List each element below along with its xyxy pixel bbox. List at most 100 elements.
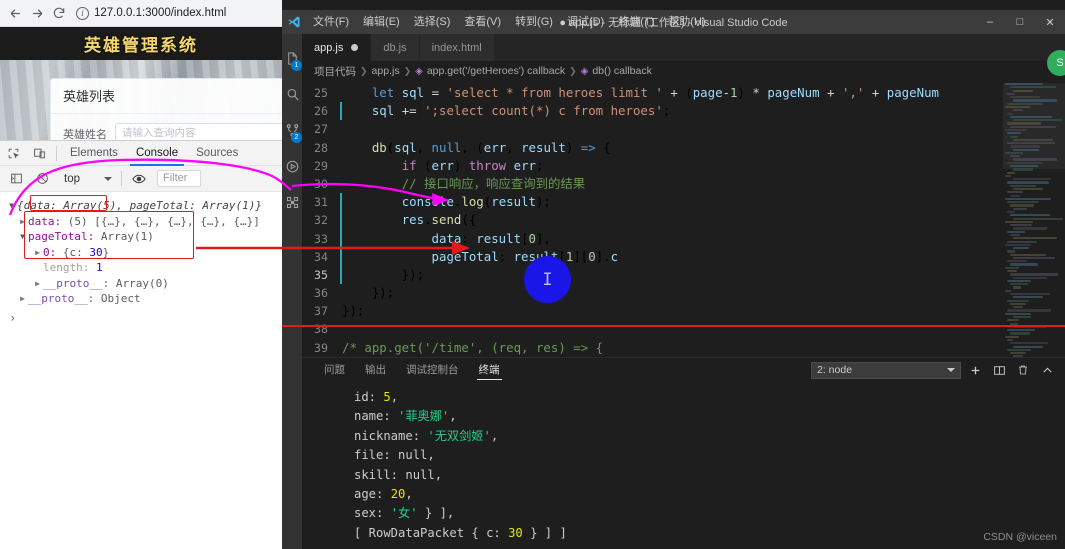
console-row-index-0[interactable]: ▶ 0: {c: 30} xyxy=(6,245,278,261)
disclosure-triangle-icon[interactable]: ▶ xyxy=(32,276,43,291)
activity-extensions-icon[interactable] xyxy=(282,184,302,220)
disclosure-triangle-icon[interactable]: ▶ xyxy=(32,245,43,260)
site-info-icon[interactable]: i xyxy=(76,6,89,20)
activity-source-control-icon[interactable]: 2 xyxy=(282,112,302,148)
minimap-line xyxy=(1013,207,1027,210)
devtools-tab-console[interactable]: Console xyxy=(127,141,187,166)
editor-tab-app-js[interactable]: app.js xyxy=(302,34,372,61)
menu-file[interactable]: 文件(F) xyxy=(306,10,356,34)
panel-tab-debug-console[interactable]: 调试控制台 xyxy=(396,358,469,382)
device-toolbar-icon[interactable] xyxy=(26,141,52,166)
minimap-line xyxy=(1010,342,1048,345)
hero-name-input[interactable]: 请输入查询内容 xyxy=(115,123,282,140)
sidebar-toggle-icon[interactable] xyxy=(3,166,29,191)
console-row-pagetotal[interactable]: ▼ pageTotal: Array(1) xyxy=(6,229,278,245)
activity-explorer-icon[interactable]: 1 xyxy=(282,40,302,76)
terminal-select[interactable]: 2: node xyxy=(811,361,961,379)
maximize-icon[interactable]: □ xyxy=(1005,10,1035,34)
reload-icon[interactable] xyxy=(48,2,70,24)
line-number: 34 xyxy=(314,249,328,264)
code-line[interactable]: 29 if (err) throw err; xyxy=(302,157,1003,175)
activity-search-icon[interactable] xyxy=(282,76,302,112)
console-row-proto-object[interactable]: ▶ __proto__: Object xyxy=(6,291,278,307)
split-terminal-icon[interactable] xyxy=(989,360,1009,380)
minimap-line xyxy=(1010,214,1050,217)
panel-tab-terminal[interactable]: 终端 xyxy=(469,358,510,382)
activity-run-debug-icon[interactable] xyxy=(282,148,302,184)
devtools-tab-elements[interactable]: Elements xyxy=(61,141,127,166)
console-row-data[interactable]: ▶ data: (5) [{…}, {…}, {…}, {…}, {…}] xyxy=(6,214,278,230)
breadcrumb-item-callback-1[interactable]: app.get('/getHeroes') callback xyxy=(427,65,565,77)
console-filter-input[interactable]: Filter xyxy=(157,170,201,187)
close-icon[interactable]: ✕ xyxy=(1035,10,1065,34)
code-line[interactable]: 32 res.send({ xyxy=(302,211,1003,230)
minimap-line xyxy=(1007,102,1043,105)
code-line[interactable]: 27 xyxy=(302,120,1003,138)
forward-arrow-icon[interactable] xyxy=(26,2,48,24)
inspect-element-icon[interactable] xyxy=(0,141,26,166)
menu-debug[interactable]: 调试(D) xyxy=(560,10,611,34)
panel-tab-output[interactable]: 输出 xyxy=(355,358,396,382)
minimap-line xyxy=(1007,250,1015,253)
breadcrumb-item-project[interactable]: 项目代码 xyxy=(314,64,356,79)
code-lines[interactable]: 25 let sql = 'select * from heroes limit… xyxy=(302,81,1003,357)
menu-help[interactable]: 帮助(H) xyxy=(661,10,712,34)
console-prompt[interactable]: › xyxy=(6,311,278,327)
minimap-line xyxy=(1013,315,1031,319)
screenshot-root: i 127.0.0.1:3000/index.html 英雄管理系统 英雄列表 … xyxy=(0,0,1065,549)
disclosure-triangle-icon[interactable]: ▼ xyxy=(17,229,28,244)
kill-terminal-icon[interactable] xyxy=(1013,360,1033,380)
disclosure-triangle-icon[interactable]: ▶ xyxy=(17,214,28,229)
console-value: [{…}, {…}, {…}, {…}, {…}] xyxy=(94,214,260,228)
editor-tab-db-js[interactable]: db.js xyxy=(371,34,420,61)
code-line[interactable]: 25 let sql = 'select * from heroes limit… xyxy=(302,84,1003,102)
menu-edit[interactable]: 编辑(E) xyxy=(356,10,407,34)
menu-go[interactable]: 转到(G) xyxy=(508,10,560,34)
bottom-panel: 问题 输出 调试控制台 终端 2: node id: 5, name: '菲奥娜… xyxy=(302,357,1065,549)
console-context-select[interactable]: top xyxy=(59,173,117,185)
code-line[interactable]: 38 xyxy=(302,320,1003,338)
code-line[interactable]: 26 sql += ';select count(*) c from heroe… xyxy=(302,102,1003,121)
console-row-proto-array[interactable]: ▶ __proto__: Array(0) xyxy=(6,276,278,292)
minimap-line xyxy=(1007,348,1031,351)
disclosure-triangle-icon[interactable]: ▼ xyxy=(6,198,17,213)
editor-column: app.js db.js index.html 项目代码 ❯ app.js ❯ xyxy=(302,34,1065,549)
breadcrumb-item-callback-2[interactable]: db() callback xyxy=(592,65,652,77)
minimap[interactable] xyxy=(1003,81,1065,357)
terminal-token: age: xyxy=(354,487,391,502)
code-line[interactable]: 39 /* app.get('/time', (req, res) => { xyxy=(302,339,1003,357)
code-line[interactable]: 36 }); xyxy=(302,284,1003,302)
minimap-line xyxy=(1010,332,1030,335)
console-key: data: xyxy=(28,214,62,228)
code-line[interactable]: 34 pageTotal: result[1][0].c xyxy=(302,247,1003,266)
console-key: __proto__: xyxy=(43,276,110,290)
devtools-tab-sources[interactable]: Sources xyxy=(187,141,247,166)
minimize-icon[interactable]: – xyxy=(975,10,1005,34)
minimap-line xyxy=(1005,220,1033,223)
disclosure-triangle-icon[interactable]: ▶ xyxy=(17,291,28,306)
add-terminal-icon[interactable] xyxy=(965,360,985,380)
code-line[interactable]: 30 // 接口响应，响应查询到的结果 xyxy=(302,175,1003,193)
eye-icon[interactable] xyxy=(126,166,152,191)
code-line[interactable]: 33 data: result[0], xyxy=(302,229,1003,248)
collapse-panel-icon[interactable] xyxy=(1037,360,1057,380)
menu-view[interactable]: 查看(V) xyxy=(457,10,508,34)
back-arrow-icon[interactable] xyxy=(4,2,26,24)
minimap-line xyxy=(1010,165,1038,168)
code-line[interactable]: 31 console.log(result); xyxy=(302,193,1003,212)
code-line[interactable]: 37}); xyxy=(302,302,1003,320)
panel-tab-problems[interactable]: 问题 xyxy=(314,358,355,382)
terminal-output[interactable]: id: 5, name: '菲奥娜', nickname: '无双剑姬', file:… xyxy=(302,382,1065,543)
code-editor[interactable]: 25 let sql = 'select * from heroes limit… xyxy=(302,81,1065,357)
minimap-line xyxy=(1007,279,1031,283)
menu-terminal[interactable]: 终端(T) xyxy=(611,10,661,34)
address-bar[interactable]: i 127.0.0.1:3000/index.html xyxy=(70,6,282,20)
console-log-root[interactable]: ▼ {data: Array(5), pageTotal: Array(1)} xyxy=(6,198,278,214)
editor-tab-index-html[interactable]: index.html xyxy=(419,34,495,61)
menu-selection[interactable]: 选择(S) xyxy=(407,10,458,34)
code-line[interactable]: 28 db(sql, null, (err, result) => { xyxy=(302,139,1003,157)
minimap-line xyxy=(1013,276,1047,279)
clear-console-icon[interactable] xyxy=(29,166,55,191)
breadcrumb-item-file[interactable]: app.js xyxy=(372,65,400,77)
code-line[interactable]: 35 }); xyxy=(302,265,1003,285)
